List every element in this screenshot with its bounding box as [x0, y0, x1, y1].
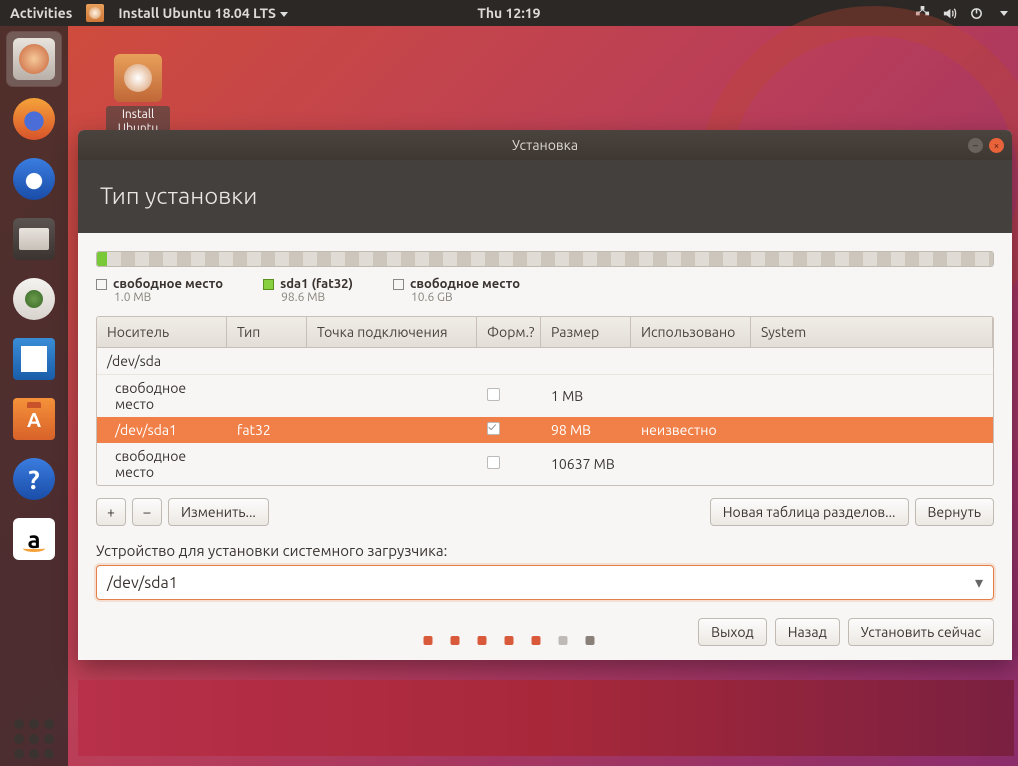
window-minimize-button[interactable]: –: [968, 138, 983, 153]
bootloader-device-value: /dev/sda1: [107, 574, 178, 592]
install-now-button[interactable]: Установить сейчас: [848, 618, 994, 646]
disk-legend: свободное место 1.0 MB sda1 (fat32) 98.6…: [96, 277, 994, 304]
installer-icon: [86, 4, 104, 22]
installer-window: Установка – × Тип установки свободное ме…: [78, 130, 1012, 660]
dock-thunderbird[interactable]: [7, 152, 61, 206]
format-checkbox[interactable]: [487, 422, 500, 435]
window-close-button[interactable]: ×: [989, 138, 1004, 153]
dock-installer[interactable]: [7, 32, 61, 86]
table-row[interactable]: свободное место 10637 MB: [97, 443, 993, 485]
table-header: Носитель Тип Точка подключения Форм.? Ра…: [97, 317, 993, 348]
ubuntu-dock: ? a: [0, 26, 68, 766]
dock-firefox[interactable]: [7, 92, 61, 146]
dock-apps[interactable]: [7, 712, 61, 766]
chevron-down-icon: ▾: [975, 573, 983, 592]
format-checkbox[interactable]: [487, 456, 500, 469]
format-checkbox[interactable]: [487, 388, 500, 401]
quit-button[interactable]: Выход: [698, 618, 767, 646]
remove-partition-button[interactable]: –: [132, 498, 162, 526]
dock-amazon[interactable]: a: [7, 512, 61, 566]
table-row[interactable]: /dev/sda: [97, 348, 993, 375]
app-menu[interactable]: Install Ubuntu 18.04 LTS: [118, 5, 288, 21]
dock-files[interactable]: [7, 212, 61, 266]
bootloader-label: Устройство для установки системного загр…: [96, 542, 994, 559]
volume-icon[interactable]: [942, 6, 957, 21]
add-partition-button[interactable]: +: [96, 498, 126, 526]
wallpaper-stripe: [78, 680, 1014, 756]
desktop-icon-install-ubuntu[interactable]: Install Ubuntu: [106, 54, 170, 139]
legend-item: свободное место 10.6 GB: [393, 277, 520, 304]
legend-item: sda1 (fat32) 98.6 MB: [263, 277, 353, 304]
dock-software[interactable]: [7, 392, 61, 446]
table-row[interactable]: свободное место 1 MB: [97, 375, 993, 417]
legend-item: свободное место 1.0 MB: [96, 277, 223, 304]
partition-table[interactable]: Носитель Тип Точка подключения Форм.? Ра…: [96, 316, 994, 486]
clock[interactable]: Thu 12:19: [477, 5, 540, 21]
disk-usage-bar: [96, 251, 994, 267]
page-heading: Тип установки: [78, 160, 1012, 233]
bootloader-device-select[interactable]: /dev/sda1 ▾: [96, 565, 994, 600]
new-partition-table-button[interactable]: Новая таблица разделов...: [710, 498, 909, 526]
window-title: Установка: [512, 137, 578, 153]
change-partition-button[interactable]: Изменить...: [168, 498, 269, 526]
dock-writer[interactable]: [7, 332, 61, 386]
power-icon[interactable]: [969, 6, 984, 21]
dock-rhythmbox[interactable]: [7, 272, 61, 326]
table-row-selected[interactable]: /dev/sda1 fat32 98 MB неизвестно: [97, 417, 993, 443]
dock-help[interactable]: ?: [7, 452, 61, 506]
window-titlebar[interactable]: Установка – ×: [78, 130, 1012, 160]
activities-button[interactable]: Activities: [10, 5, 72, 21]
back-button[interactable]: Назад: [775, 618, 840, 646]
step-indicator: [424, 636, 595, 645]
system-menu-chevron-icon[interactable]: [1000, 11, 1008, 16]
revert-button[interactable]: Вернуть: [915, 498, 995, 526]
